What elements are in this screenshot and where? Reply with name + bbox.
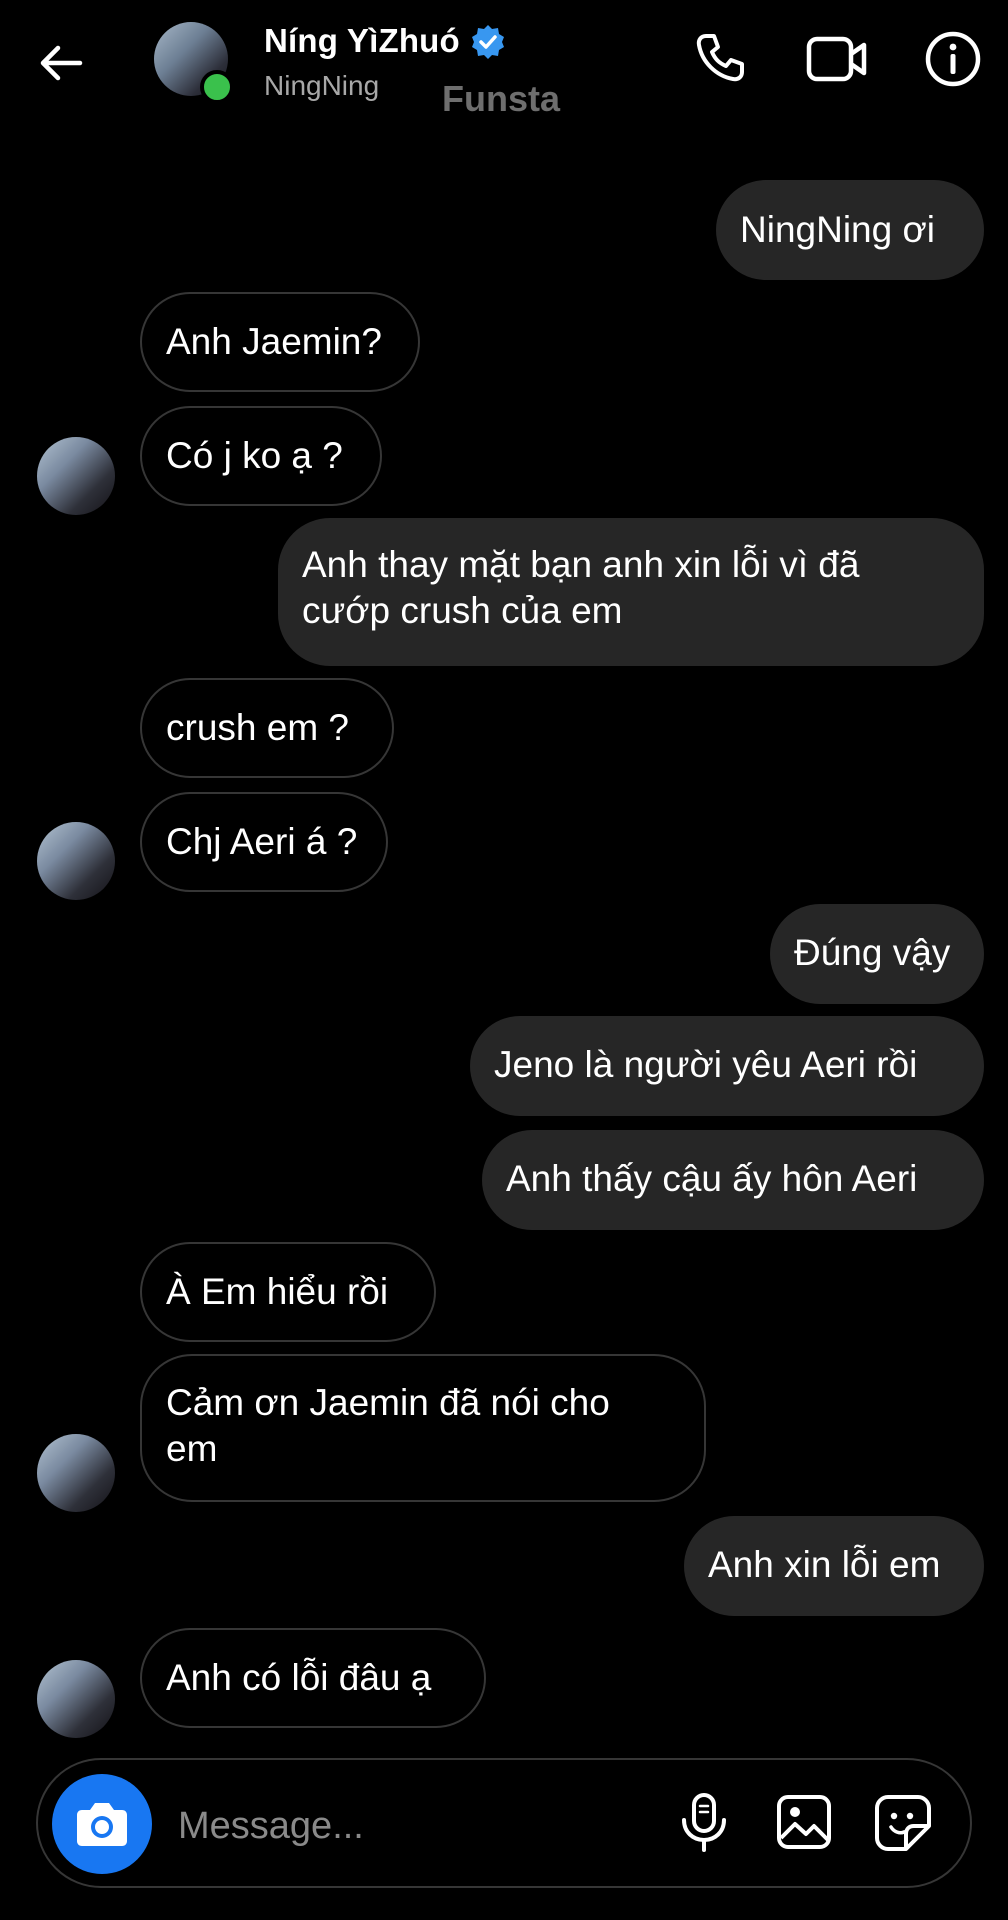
message-input[interactable]: [176, 1790, 660, 1862]
video-camera-icon[interactable]: [806, 34, 868, 84]
message-bubble-incoming[interactable]: Chj Aeri á ?: [140, 792, 388, 892]
message-bubble-outgoing[interactable]: Jeno là người yêu Aeri rồi: [470, 1016, 984, 1116]
chat-header: Níng YìZhuó NingNing Funsta: [0, 0, 1008, 130]
message-bubble-incoming[interactable]: Có j ko ạ ?: [140, 406, 382, 506]
camera-icon: [77, 1803, 127, 1846]
contact-username: NingNing: [264, 70, 380, 101]
message-bubble-outgoing[interactable]: Anh thấy cậu ấy hôn Aeri: [482, 1130, 984, 1230]
sender-avatar[interactable]: [37, 1434, 115, 1512]
message-bubble-incoming[interactable]: crush em ?: [140, 678, 394, 778]
message-bubble-incoming[interactable]: À Em hiểu rồi: [140, 1242, 436, 1342]
info-icon[interactable]: [924, 30, 982, 88]
online-status-dot: [200, 70, 234, 104]
camera-button[interactable]: [52, 1774, 152, 1874]
message-bubble-outgoing[interactable]: Đúng vậy: [770, 904, 984, 1004]
back-arrow-icon[interactable]: [36, 38, 86, 88]
message-bubble-outgoing[interactable]: Anh thay mặt bạn anh xin lỗi vì đã cướp …: [278, 518, 984, 666]
image-gallery-icon[interactable]: [776, 1794, 832, 1850]
message-bubble-incoming[interactable]: Anh có lỗi đâu ạ: [140, 1628, 486, 1728]
sender-avatar[interactable]: [37, 437, 115, 515]
funsta-label: Funsta: [442, 78, 561, 119]
message-bubble-outgoing[interactable]: NingNing ơi: [716, 180, 984, 280]
microphone-icon[interactable]: [678, 1792, 730, 1854]
verified-badge-icon: [472, 25, 504, 59]
message-thread: NingNing ơi Anh Jaemin? Có j ko ạ ? Anh …: [0, 130, 1008, 1750]
phone-icon[interactable]: [692, 30, 748, 86]
sender-avatar[interactable]: [37, 822, 115, 900]
sender-avatar[interactable]: [37, 1660, 115, 1738]
message-bubble-incoming[interactable]: Cảm ơn Jaemin đã nói cho em: [140, 1354, 706, 1502]
message-bubble-outgoing[interactable]: Anh xin lỗi em: [684, 1516, 984, 1616]
sticker-icon[interactable]: [874, 1794, 932, 1852]
message-bubble-incoming[interactable]: Anh Jaemin?: [140, 292, 420, 392]
contact-name[interactable]: Níng YìZhuó: [264, 22, 460, 60]
